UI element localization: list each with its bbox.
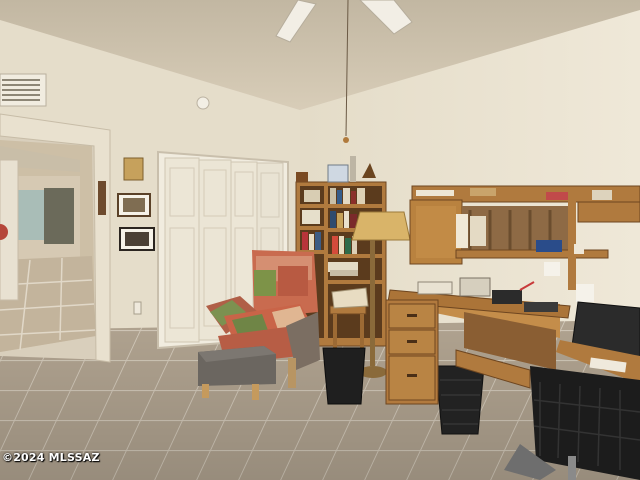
wall-sconce [123,157,144,181]
outlet [133,301,142,315]
smoke-detector [196,96,210,110]
hallway-doorway [0,113,111,363]
room-illustration [0,0,640,480]
small-picture [98,181,106,215]
room-photo: ©2024 MLSSAZ [0,0,640,480]
trash-can-black [322,347,366,405]
watermark-text: ©2024 MLSSAZ [2,451,100,464]
far-window [14,190,48,240]
